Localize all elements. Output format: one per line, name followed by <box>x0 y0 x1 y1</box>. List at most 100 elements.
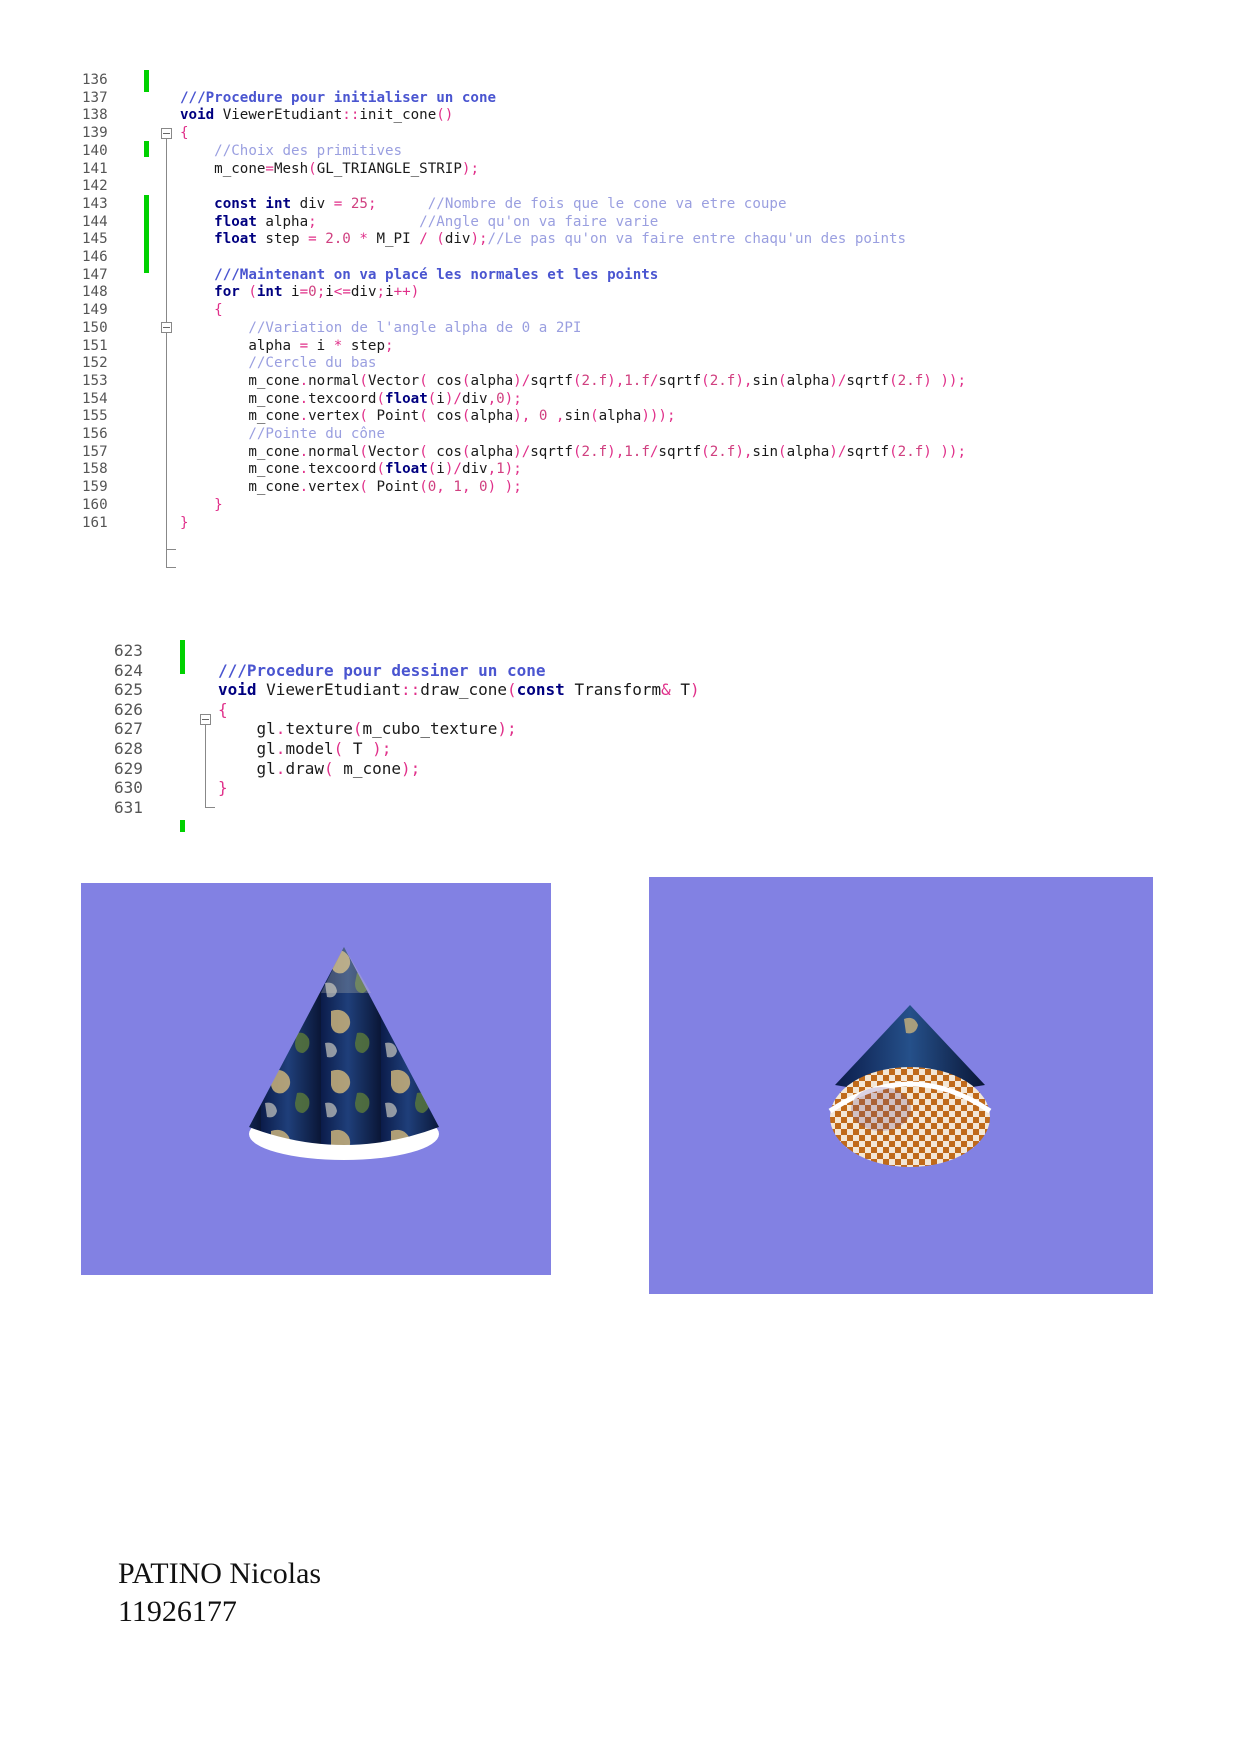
code-token: i <box>325 284 334 301</box>
code-token: alpha <box>256 213 309 230</box>
author-name: PATINO Nicolas <box>118 1557 322 1590</box>
code-token: gl <box>218 758 276 778</box>
code-token: draw_cone <box>420 680 507 700</box>
code-token: m_cone <box>180 372 300 389</box>
code-token: normal <box>308 443 360 460</box>
code-token: ( <box>359 408 377 425</box>
code-token: texture <box>285 719 353 739</box>
code-token: )/ <box>513 443 531 460</box>
code-token: Point <box>376 408 420 425</box>
code-token: )/ <box>829 372 847 389</box>
code-token: void <box>180 107 215 124</box>
code-token: , <box>547 408 565 425</box>
change-marker <box>144 70 149 92</box>
code-token: ); <box>362 739 392 758</box>
code-token: ) <box>690 680 700 700</box>
code-token: //Angle qu'on va faire varie <box>316 213 659 230</box>
change-marker <box>180 820 185 832</box>
code-token: vertex <box>308 408 360 425</box>
code-token: )/ <box>444 461 462 478</box>
code-token: ); <box>461 160 479 177</box>
code-token: . <box>299 443 309 460</box>
code-token: float <box>180 213 257 230</box>
change-marker <box>144 141 149 157</box>
code-token: div <box>350 284 377 301</box>
cone-bottom-illustration <box>828 1005 992 1167</box>
code-token: ( <box>239 284 257 301</box>
code-token: ), <box>607 443 625 460</box>
code-token: 1.f <box>624 372 650 389</box>
code-token: ( <box>427 231 445 248</box>
code-token: m_cone <box>180 479 300 496</box>
code-token: step <box>342 337 386 354</box>
code-token: , <box>436 479 454 496</box>
code-token: 25 <box>342 195 368 212</box>
code-token: float <box>180 231 257 248</box>
code-token: sqrtf <box>846 372 890 389</box>
code-token: sqrtf <box>658 443 702 460</box>
fold-toggle-icon[interactable] <box>200 714 211 725</box>
code-token: ( <box>572 372 582 389</box>
code-token: , <box>461 479 480 496</box>
code-token: ( <box>701 372 710 389</box>
code-token: //Nombre de fois que le cone va etre cou… <box>376 195 787 212</box>
code-token: alpha <box>470 372 514 389</box>
code-token: void <box>218 680 257 700</box>
code-token: , <box>487 461 497 478</box>
code-token: ( <box>323 758 344 778</box>
code-token: //Le pas qu'on va faire entre chaqu'un d… <box>487 231 907 248</box>
code-token: ), <box>735 372 753 389</box>
code-token: 0 <box>308 284 317 301</box>
fold-toggle-icon[interactable] <box>161 128 172 139</box>
code-token: & <box>661 680 671 700</box>
code-token: const <box>516 680 565 700</box>
code-token: . <box>275 719 286 739</box>
code-token: ( <box>889 372 898 389</box>
code-token: cos <box>436 372 462 389</box>
code-token: ; <box>308 213 317 230</box>
code-token: ; <box>316 284 326 301</box>
code-text: } <box>180 513 189 533</box>
code-token: alpha <box>180 337 300 354</box>
code-token: sin <box>564 408 591 425</box>
code-token: sqrtf <box>530 372 573 389</box>
code-token: 0 <box>479 479 488 496</box>
code-token: } <box>180 514 189 531</box>
code-token: ///Maintenant on va placé les normales e… <box>180 266 659 283</box>
code-token: . <box>275 758 286 778</box>
code-token: 0 <box>427 479 437 496</box>
code-block-init-cone: 136 137///Procedure pour initialiser un c… <box>68 70 1108 578</box>
code-token: 1.f <box>624 443 650 460</box>
code-token: ; <box>376 284 386 301</box>
code-token: / <box>419 231 428 248</box>
code-token: 0 <box>496 390 505 407</box>
code-token: = <box>265 160 274 177</box>
code-token: 1 <box>496 461 505 478</box>
code-token: gl <box>218 739 276 758</box>
cone-front-illustration <box>249 947 439 1160</box>
code-token: . <box>299 390 309 407</box>
code-token: ( <box>376 461 386 478</box>
code-token: . <box>299 461 309 478</box>
code-token: div <box>444 231 471 248</box>
code-token: m_cone <box>180 408 300 425</box>
code-token: //Cercle du bas <box>180 355 377 372</box>
code-token: sqrtf <box>846 443 890 460</box>
code-token: m_cubo_texture <box>362 719 498 739</box>
code-token: ( <box>572 443 582 460</box>
code-token: m_cone <box>180 390 300 407</box>
code-token: ( <box>507 680 517 700</box>
code-token: ( <box>590 408 599 425</box>
code-token: ( <box>701 443 710 460</box>
code-token: draw <box>285 758 324 778</box>
change-marker <box>144 195 149 273</box>
fold-toggle-icon[interactable] <box>161 322 172 333</box>
code-token: . <box>299 372 309 389</box>
code-token: i <box>308 337 334 354</box>
code-token: ) ); <box>487 479 522 496</box>
code-token: ); <box>504 461 522 478</box>
code-token: i <box>282 284 300 301</box>
code-token: 2.f <box>581 372 608 389</box>
code-token: texcoord <box>308 461 377 478</box>
code-token: vertex <box>308 479 360 496</box>
